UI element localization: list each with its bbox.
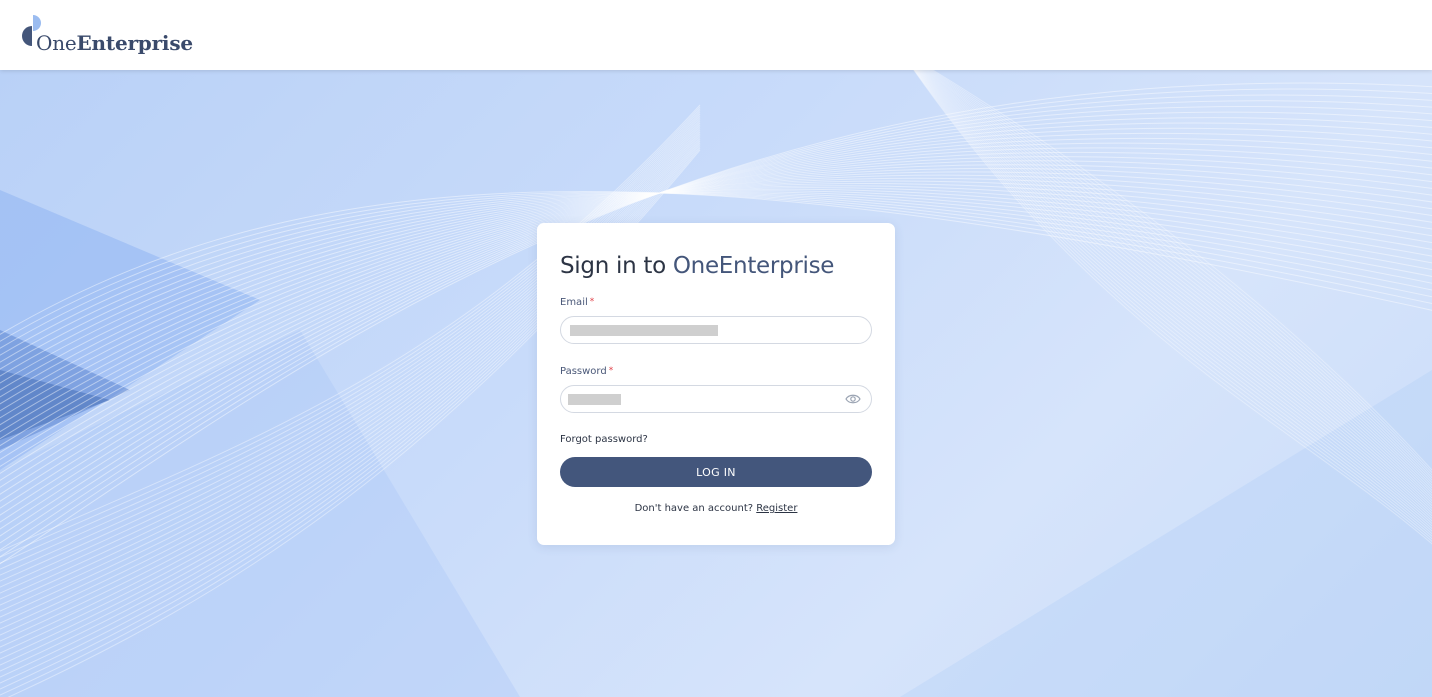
password-redacted-value: [568, 394, 621, 405]
login-button[interactable]: LOG IN: [560, 457, 872, 487]
email-label: Email *: [560, 297, 594, 308]
login-card: Sign in to OneEnterprise Email * Password…: [537, 223, 895, 545]
forgot-password-link[interactable]: Forgot password?: [560, 434, 648, 445]
register-prompt: Don't have an account? Register: [537, 503, 895, 514]
top-header: OneEnterprise: [0, 0, 1432, 70]
password-label: Password *: [560, 366, 613, 377]
register-link[interactable]: Register: [756, 503, 797, 514]
brand-logo[interactable]: OneEnterprise: [20, 14, 220, 58]
title-brand: OneEnterprise: [672, 253, 835, 279]
eye-icon[interactable]: [845, 393, 861, 405]
email-required-mark: *: [589, 297, 595, 307]
logo-text-light: One: [36, 31, 77, 55]
page-title: Sign in to OneEnterprise: [560, 253, 834, 279]
email-redacted-value: [570, 325, 718, 336]
register-prompt-text: Don't have an account?: [634, 503, 754, 514]
password-label-text: Password: [560, 366, 607, 377]
title-prefix: Sign in to: [560, 253, 666, 279]
logo-wordmark: OneEnterprise: [36, 31, 193, 55]
email-field[interactable]: [560, 316, 872, 344]
password-required-mark: *: [608, 366, 614, 376]
password-field[interactable]: [560, 385, 872, 413]
logo-text-bold: Enterprise: [76, 31, 194, 55]
email-label-text: Email: [560, 297, 588, 308]
